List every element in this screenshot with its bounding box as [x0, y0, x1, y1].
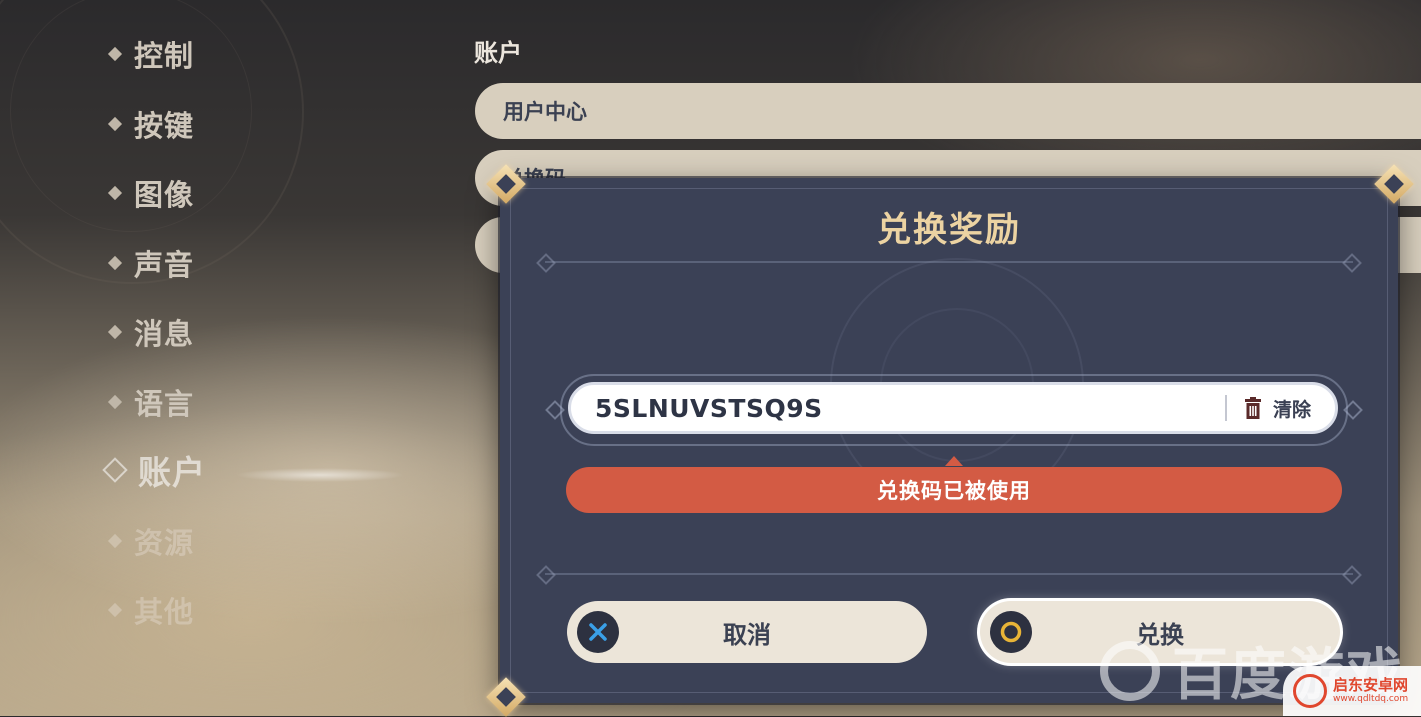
sidebar-item-label: 声音 — [134, 248, 195, 282]
user-center-row[interactable]: 用户中心 — [475, 83, 1421, 139]
baidu-logo-icon — [1100, 640, 1160, 701]
qidian-name: 启东安卓网 — [1333, 676, 1409, 694]
cancel-button[interactable]: 取消 — [567, 601, 927, 663]
code-input-container[interactable]: 清除 — [568, 382, 1338, 434]
diamond-bullet-icon — [107, 533, 123, 549]
qidian-watermark: 启东安卓网 www.qdltdq.com — [1283, 666, 1421, 716]
divider-ornament — [545, 573, 1353, 575]
sidebar-item-label: 控制 — [134, 39, 195, 73]
trash-icon — [1243, 397, 1263, 419]
dialog-title: 兑换奖励 — [877, 210, 1021, 250]
divider-ornament — [545, 261, 1353, 263]
qidian-url: www.qdltdq.com — [1333, 694, 1409, 704]
diamond-bullet-icon — [107, 602, 123, 618]
error-pointer — [945, 456, 963, 466]
diamond-bullet-icon — [107, 116, 123, 132]
sidebar-item-graphics[interactable]: 图像 — [107, 171, 195, 215]
sidebar-item-sound[interactable]: 声音 — [107, 241, 195, 285]
diamond-bullet-icon — [102, 457, 128, 483]
clear-label: 清除 — [1272, 398, 1311, 421]
active-item-highlight — [200, 455, 440, 495]
sidebar-item-messages[interactable]: 消息 — [107, 310, 195, 354]
error-message: 兑换码已被使用 — [566, 467, 1342, 513]
qidian-logo-icon — [1293, 674, 1327, 708]
sidebar-item-language[interactable]: 语言 — [107, 380, 195, 424]
redeem-code-input[interactable] — [571, 392, 1225, 424]
sidebar-item-account[interactable]: 账户 — [102, 448, 206, 492]
sidebar-item-other[interactable]: 其他 — [107, 588, 195, 632]
cross-icon — [577, 611, 619, 653]
sidebar-item-label: 其他 — [134, 595, 195, 629]
sidebar-item-label: 图像 — [134, 178, 195, 212]
cancel-label: 取消 — [723, 620, 771, 649]
clear-button[interactable]: 清除 — [1227, 395, 1335, 422]
diamond-bullet-icon — [107, 46, 123, 62]
row-label: 用户中心 — [503, 100, 587, 124]
sidebar-item-label: 资源 — [134, 526, 195, 560]
redeem-dialog: 兑换奖励 清除 兑换码已被使用 — [486, 164, 1414, 717]
sidebar-item-controls[interactable]: 控制 — [107, 32, 195, 76]
sidebar-item-keys[interactable]: 按键 — [107, 102, 195, 146]
diamond-bullet-icon — [107, 394, 123, 410]
sidebar-item-label: 账户 — [138, 453, 206, 492]
sidebar-item-label: 按键 — [134, 109, 195, 143]
sidebar-item-resources[interactable]: 资源 — [107, 519, 195, 563]
circle-icon — [990, 611, 1032, 653]
diamond-bullet-icon — [107, 255, 123, 271]
sidebar-item-label: 消息 — [134, 317, 195, 351]
qidian-watermark-text: 启东安卓网 www.qdltdq.com — [1333, 677, 1408, 705]
section-title: 账户 — [474, 39, 522, 67]
sidebar-item-label: 语言 — [134, 387, 195, 421]
settings-sidebar: 控制 按键 图像 声音 消息 语言 账户 资源 其他 — [0, 0, 440, 716]
diamond-bullet-icon — [107, 324, 123, 340]
diamond-bullet-icon — [107, 185, 123, 201]
